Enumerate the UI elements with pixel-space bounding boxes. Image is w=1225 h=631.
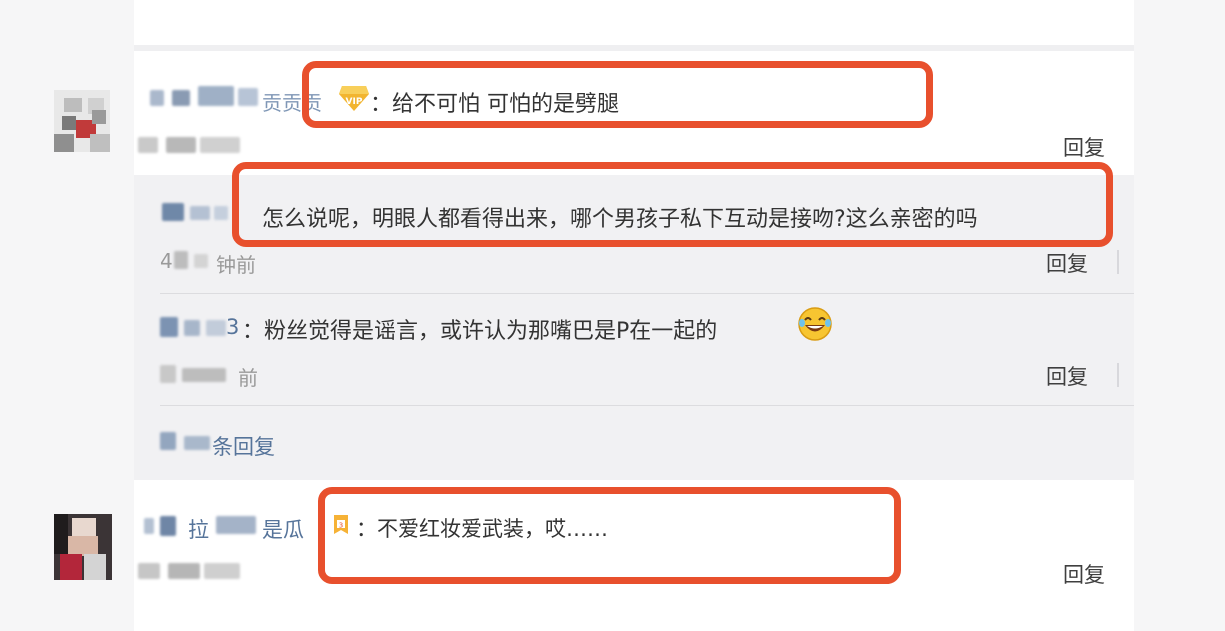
level-badge-icon: 3 xyxy=(334,515,348,534)
comment-text: ：给不可怕 可怕的是劈腿 xyxy=(370,92,619,117)
username[interactable]: 拉 xyxy=(188,514,209,544)
laughing-emoji-icon xyxy=(798,307,832,341)
more-replies-link[interactable]: 条回复 xyxy=(212,431,275,461)
username-blurred xyxy=(172,90,190,106)
timestamp-blurred xyxy=(200,137,240,153)
reply-username[interactable]: 3 xyxy=(226,315,239,339)
username[interactable]: 是瓜 xyxy=(262,514,304,544)
reply-timestamp: 钟前 xyxy=(216,253,256,277)
comment-text: ：不爱红妆爱武装，哎…… xyxy=(356,517,608,541)
reply-separator xyxy=(160,405,1134,406)
reply-text: ：粉丝觉得是谣言，或许认为那嘴巴是P在一起的 xyxy=(242,319,718,344)
reply-username-blurred xyxy=(206,320,226,336)
divider xyxy=(1117,363,1119,387)
reply-username-blurred xyxy=(184,320,200,336)
reply-timestamp: 前 xyxy=(238,366,258,390)
reply-username-blurred xyxy=(160,317,178,337)
timestamp-blurred xyxy=(168,563,200,579)
reply-button[interactable]: 回复 xyxy=(1063,132,1105,162)
avatar[interactable] xyxy=(54,514,112,580)
reply-count-blurred xyxy=(160,432,176,450)
timestamp-blurred xyxy=(174,251,188,269)
reply-timestamp: 4 xyxy=(160,249,173,273)
reply-button[interactable]: 回复 xyxy=(1046,248,1088,278)
svg-text:3: 3 xyxy=(339,522,343,530)
username-blurred xyxy=(198,86,234,106)
reply-count-blurred xyxy=(184,436,210,450)
timestamp-blurred xyxy=(138,137,158,153)
svg-text:VIP: VIP xyxy=(346,97,363,107)
timestamp-blurred xyxy=(194,254,208,268)
timestamp-blurred xyxy=(160,365,176,383)
timestamp-blurred xyxy=(166,137,196,153)
reply-username-blurred xyxy=(190,206,210,220)
reply-button[interactable]: 回复 xyxy=(1063,559,1105,589)
reply-text: 怎么说呢，明眼人都看得出来，哪个男孩子私下互动是接吻?这么亲密的吗 xyxy=(262,207,978,232)
divider xyxy=(1117,250,1119,274)
reply-username-blurred xyxy=(214,206,228,220)
username-blurred xyxy=(216,516,256,534)
reply-button[interactable]: 回复 xyxy=(1046,361,1088,391)
username-blurred xyxy=(150,90,164,106)
reply-separator xyxy=(160,293,1134,294)
reply-username-blurred xyxy=(162,203,184,221)
timestamp-blurred xyxy=(182,368,226,382)
avatar[interactable] xyxy=(54,90,110,152)
username-blurred xyxy=(238,88,258,106)
username-blurred xyxy=(144,518,154,534)
username-blurred xyxy=(160,516,176,536)
top-divider xyxy=(134,45,1134,51)
timestamp-blurred xyxy=(138,563,160,579)
timestamp-blurred xyxy=(204,563,240,579)
vip-diamond-icon: VIP xyxy=(339,86,369,111)
username[interactable]: 贡贡贡 xyxy=(262,87,322,116)
